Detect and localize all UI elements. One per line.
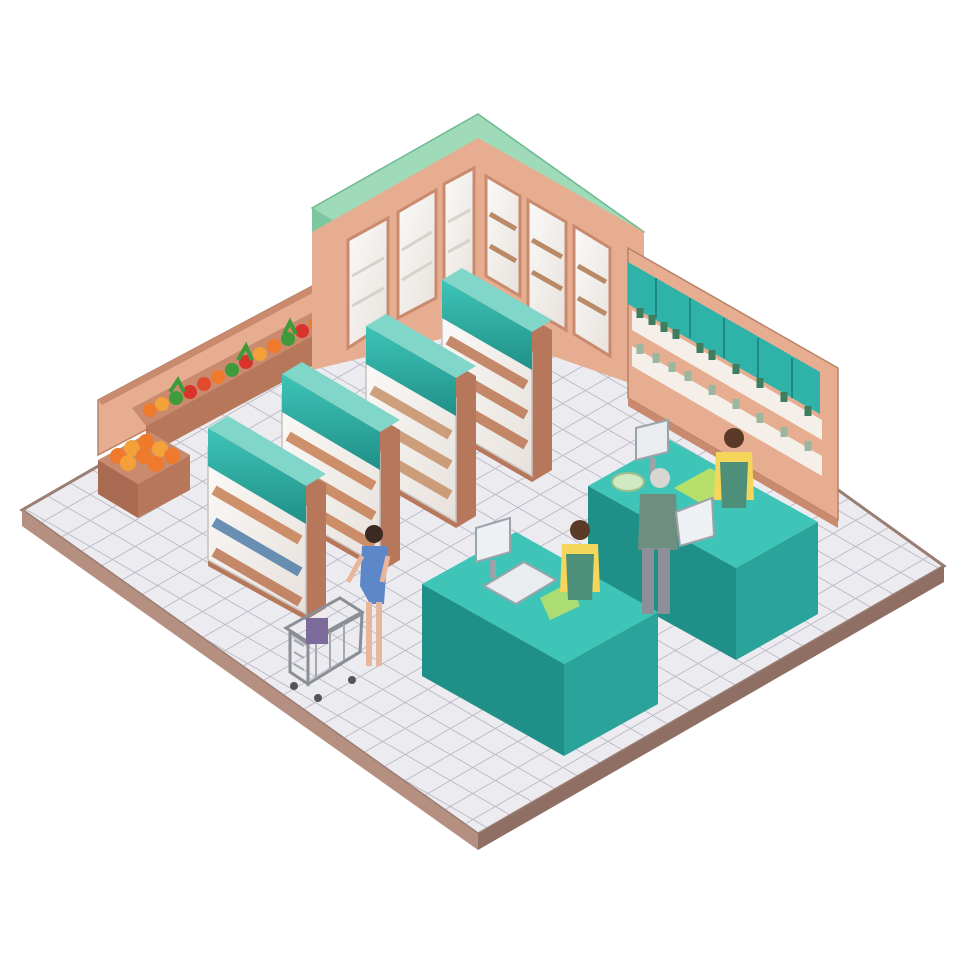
- store-illustration: [19, 113, 947, 850]
- isometric-grocery-store-scene: [0, 0, 968, 968]
